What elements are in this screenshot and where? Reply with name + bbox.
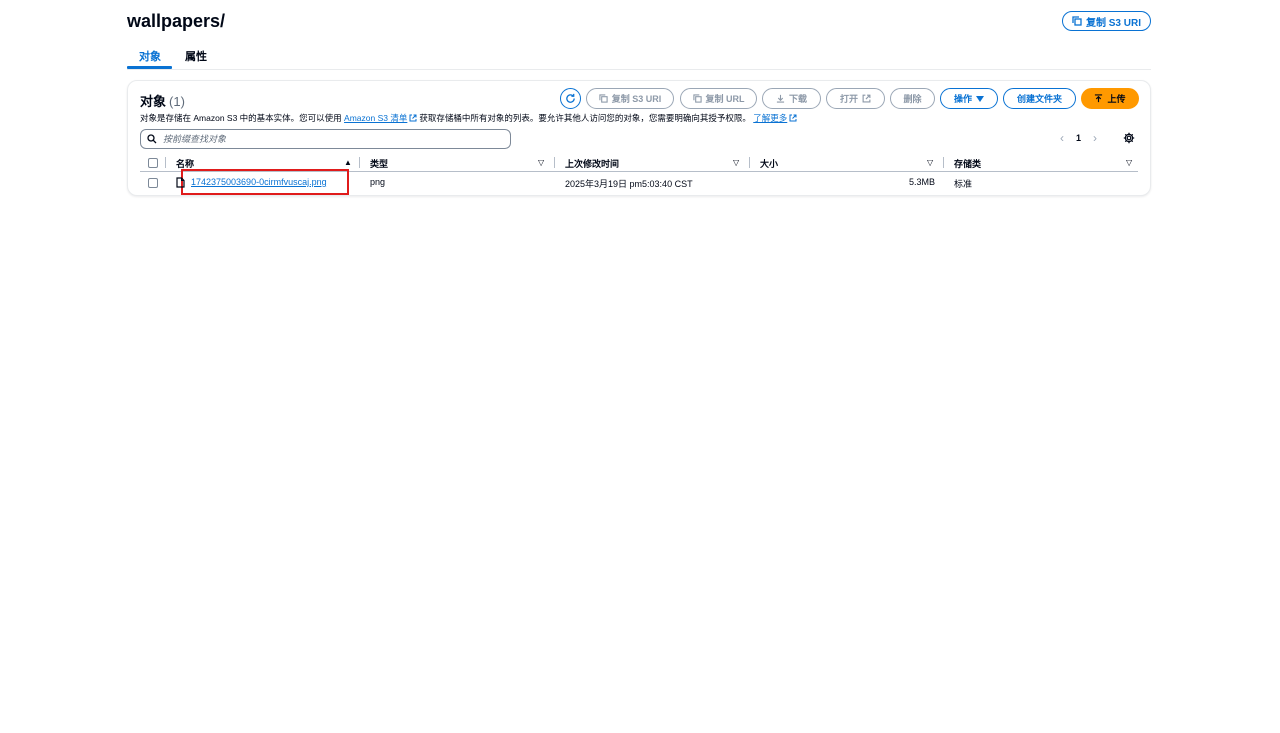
objects-description: 对象是存储在 Amazon S3 中的基本实体。您可以使用 Amazon S3 … <box>140 112 799 124</box>
object-size: 5.3MB <box>909 177 936 187</box>
column-divider <box>165 157 166 168</box>
select-all-checkbox[interactable] <box>148 158 158 168</box>
external-link-icon <box>409 114 417 122</box>
pagination: ‹ 1 › <box>1060 131 1097 145</box>
sort-ascending-icon[interactable]: ▲ <box>344 158 352 167</box>
objects-panel-title: 对象 (1) <box>140 91 185 110</box>
row-checkbox[interactable] <box>148 178 158 188</box>
column-divider <box>359 157 360 168</box>
external-link-icon <box>862 94 871 103</box>
copy-s3-uri-toolbar-label: 复制 S3 URI <box>611 94 662 104</box>
copy-url-label: 复制 URL <box>705 94 745 104</box>
download-button[interactable]: 下载 <box>762 88 821 109</box>
description-text-1: 对象是存储在 Amazon S3 中的基本实体。您可以使用 <box>140 113 342 123</box>
active-tab-indicator <box>127 66 172 69</box>
column-divider <box>943 157 944 168</box>
column-header-storage-class[interactable]: 存储类 <box>954 157 981 170</box>
download-icon <box>776 94 785 103</box>
delete-label: 删除 <box>903 94 922 104</box>
download-label: 下载 <box>788 94 807 104</box>
refresh-button[interactable] <box>560 88 581 109</box>
copy-url-button[interactable]: 复制 URL <box>680 88 757 109</box>
search-box[interactable] <box>140 129 511 149</box>
table-row: 1742375003690-0cirmfvuscaj.png png 2025年… <box>140 169 1138 195</box>
caret-down-icon <box>976 95 984 102</box>
refresh-icon <box>566 93 575 103</box>
open-button[interactable]: 打开 <box>826 88 885 109</box>
sort-icon[interactable]: ▽ <box>927 158 933 167</box>
upload-button[interactable]: 上传 <box>1081 88 1139 109</box>
copy-icon <box>692 94 702 103</box>
column-header-last-modified[interactable]: 上次修改时间 <box>565 157 619 170</box>
object-last-modified: 2025年3月19日 pm5:03:40 CST <box>565 179 693 189</box>
copy-s3-uri-label: 复制 S3 URI <box>1085 17 1141 29</box>
delete-button[interactable]: 删除 <box>890 88 935 109</box>
create-folder-label: 创建文件夹 <box>1016 94 1062 104</box>
sort-icon[interactable]: ▽ <box>1126 158 1132 167</box>
upload-label: 上传 <box>1107 94 1126 104</box>
create-folder-button[interactable]: 创建文件夹 <box>1003 88 1076 109</box>
open-label: 打开 <box>839 94 858 104</box>
file-icon <box>176 177 185 188</box>
learn-more-link[interactable]: 了解更多 <box>753 113 787 123</box>
search-input[interactable] <box>163 134 493 144</box>
object-name-link[interactable]: 1742375003690-0cirmfvuscaj.png <box>191 177 327 187</box>
chevron-right-icon[interactable]: › <box>1093 131 1097 145</box>
column-header-type[interactable]: 类型 <box>370 157 388 170</box>
description-text-2: 获取存储桶中所有对象的列表。要允许其他人访问您的对象，您需要明确向其授予权限。 <box>419 113 751 123</box>
external-link-icon <box>789 114 797 122</box>
object-storage-class: 标准 <box>954 179 973 189</box>
copy-icon <box>1072 16 1082 26</box>
actions-label: 操作 <box>953 94 972 104</box>
objects-title-text: 对象 <box>140 94 167 109</box>
tab-properties[interactable]: 属性 <box>185 48 207 64</box>
copy-s3-uri-button[interactable]: 复制 S3 URI <box>1062 11 1151 31</box>
current-page[interactable]: 1 <box>1076 133 1081 143</box>
object-type: png <box>370 177 386 187</box>
column-divider <box>554 157 555 168</box>
sort-icon[interactable]: ▽ <box>538 158 544 167</box>
objects-count: (1) <box>169 94 185 109</box>
tab-objects[interactable]: 对象 <box>139 48 161 64</box>
sort-icon[interactable]: ▽ <box>733 158 739 167</box>
copy-icon <box>599 94 608 103</box>
chevron-left-icon[interactable]: ‹ <box>1060 131 1064 145</box>
search-icon <box>147 134 157 144</box>
tab-bar: 对象 属性 <box>127 42 1151 70</box>
gear-icon[interactable] <box>1123 132 1135 144</box>
object-name[interactable]: 1742375003690-0cirmfvuscaj.png <box>191 177 327 187</box>
column-divider <box>749 157 750 168</box>
objects-panel: 对象 (1) 对象是存储在 Amazon S3 中的基本实体。您可以使用 Amaz… <box>127 80 1151 196</box>
column-header-size[interactable]: 大小 <box>760 157 778 170</box>
upload-icon <box>1095 94 1103 103</box>
inventory-link[interactable]: Amazon S3 清单 <box>344 113 407 123</box>
copy-s3-uri-toolbar-button[interactable]: 复制 S3 URI <box>586 88 674 109</box>
page-title: wallpapers/ <box>127 11 226 31</box>
actions-dropdown[interactable]: 操作 <box>940 88 998 109</box>
